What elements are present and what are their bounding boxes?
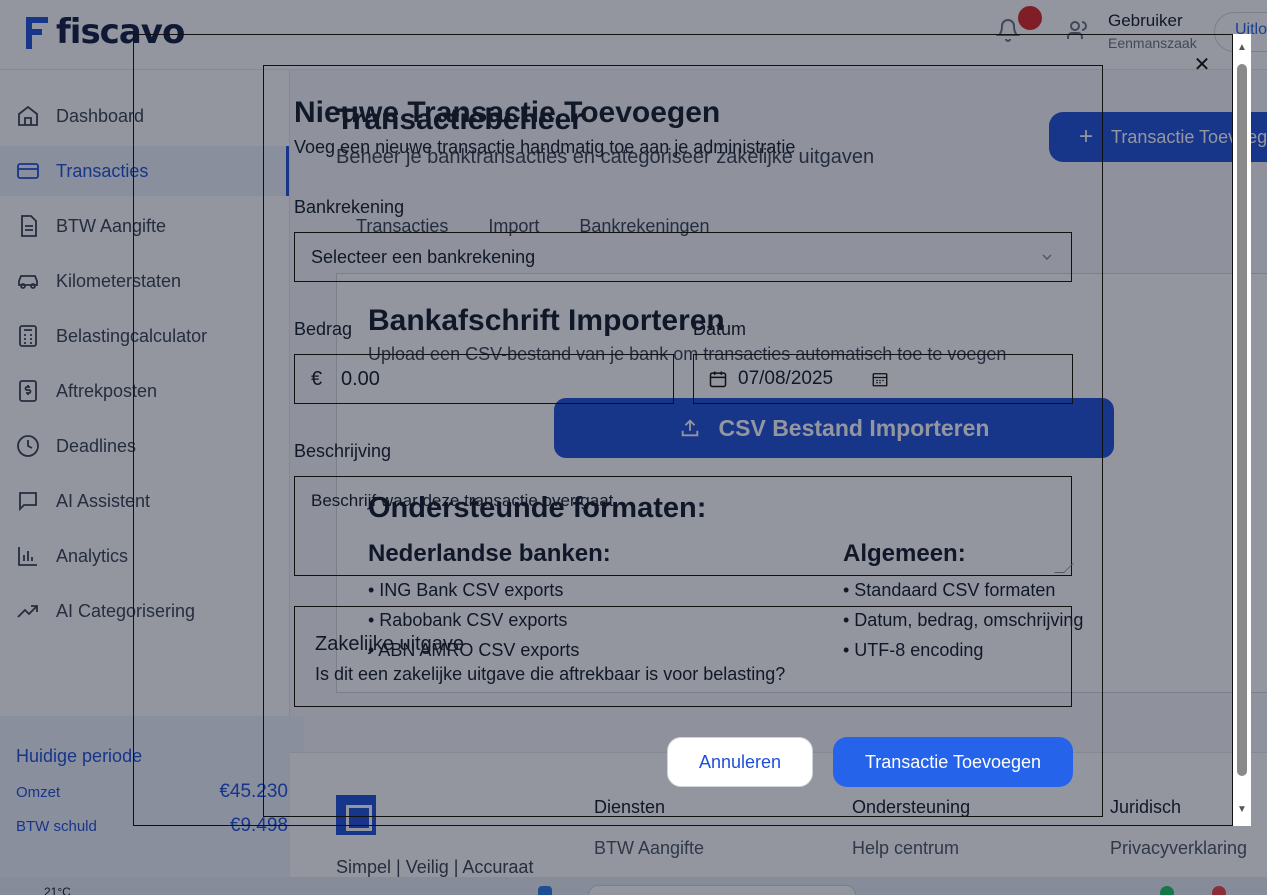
description-textarea[interactable]: Beschrijf waar deze transactie over gaat bbox=[294, 476, 1074, 576]
amount-label: Bedrag bbox=[294, 319, 353, 339]
amount-value: 0.00 bbox=[341, 367, 380, 390]
description-placeholder: Beschrijf waar deze transactie over gaat bbox=[311, 491, 614, 510]
business-expense-title: Zakelijke uitgave bbox=[315, 633, 464, 655]
amount-input[interactable]: € 0.00 bbox=[294, 354, 674, 404]
submit-transaction-button[interactable]: Transactie Toevoegen bbox=[833, 737, 1073, 787]
date-picker-icon[interactable] bbox=[871, 370, 889, 388]
description-label: Beschrijving bbox=[294, 441, 392, 461]
bank-account-label: Bankrekening bbox=[294, 197, 405, 217]
scrollbar-thumb[interactable] bbox=[1237, 64, 1247, 776]
new-transaction-modal: Nieuwe Transactie Toevoegen Voeg een nie… bbox=[263, 65, 1103, 817]
resize-handle-icon[interactable] bbox=[1054, 563, 1074, 573]
scrollbar[interactable]: ▲ ▼ bbox=[1233, 34, 1251, 826]
chevron-down-icon bbox=[1042, 254, 1052, 260]
scroll-up-icon[interactable]: ▲ bbox=[1236, 42, 1248, 54]
scroll-down-icon[interactable]: ▼ bbox=[1236, 804, 1248, 816]
cancel-button[interactable]: Annuleren bbox=[667, 737, 813, 787]
business-expense-toggle[interactable]: Zakelijke uitgave Is dit een zakelijke u… bbox=[294, 606, 1072, 707]
euro-icon: € bbox=[311, 367, 323, 390]
modal-subtitle: Voeg een nieuwe transactie handmatig toe… bbox=[294, 137, 796, 157]
bank-account-placeholder: Selecteer een bankrekening bbox=[311, 246, 536, 267]
close-icon[interactable]: ✕ bbox=[1192, 55, 1212, 75]
business-expense-subtitle: Is dit een zakelijke uitgave die aftrekb… bbox=[315, 664, 786, 684]
date-label: Datum bbox=[693, 319, 747, 339]
calendar-icon bbox=[709, 371, 727, 388]
date-value: 07/08/2025 bbox=[738, 368, 834, 389]
bank-account-select[interactable]: Selecteer een bankrekening bbox=[294, 232, 1072, 282]
date-input[interactable]: 07/08/2025 bbox=[693, 354, 1073, 404]
modal-title: Nieuwe Transactie Toevoegen bbox=[294, 96, 721, 129]
